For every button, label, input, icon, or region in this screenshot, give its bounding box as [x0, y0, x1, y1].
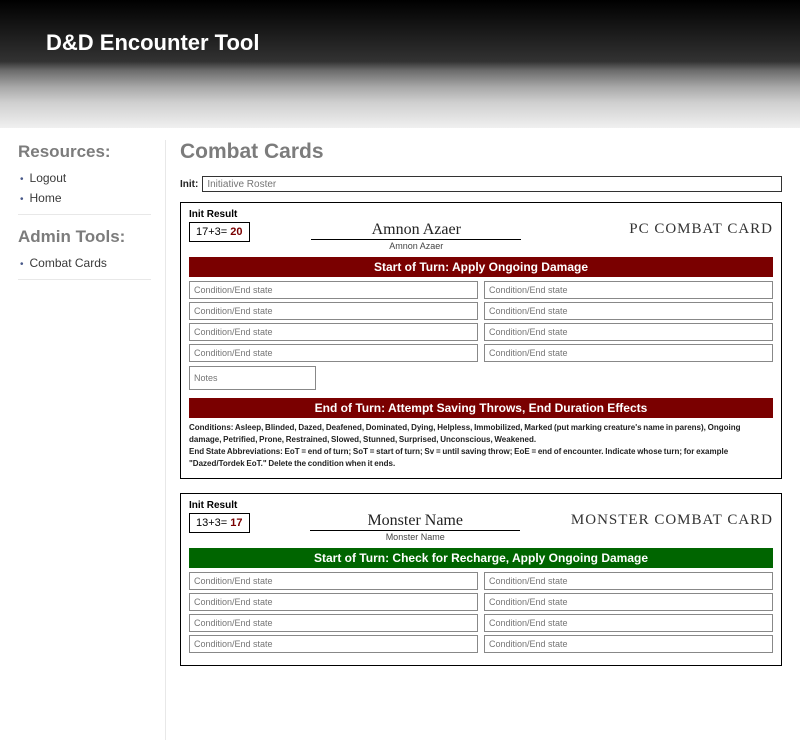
monster-name-sub: Monster Name [260, 532, 571, 542]
monster-condition-input[interactable] [484, 614, 773, 632]
initiative-roster-input[interactable] [202, 176, 782, 192]
content-area: Combat Cards Init: Init Result 17+3= 20 … [166, 140, 782, 740]
pc-init-roll: 17+3= [196, 226, 227, 238]
sidebar-item-logout[interactable]: Logout [18, 168, 151, 188]
admin-list: Combat Cards [18, 253, 151, 280]
pc-condition-input[interactable] [189, 281, 478, 299]
pc-condition-input[interactable] [189, 323, 478, 341]
pc-notes-input[interactable] [189, 366, 316, 390]
monster-name: Monster Name [310, 512, 520, 531]
sidebar-item-home[interactable]: Home [18, 188, 151, 208]
pc-footnote: Conditions: Asleep, Blinded, Dazed, Deaf… [189, 422, 773, 470]
page-title: Combat Cards [180, 140, 782, 164]
pc-footnote-abbrev: End State Abbreviations: EoT = end of tu… [189, 447, 728, 468]
pc-condition-input[interactable] [484, 344, 773, 362]
monster-condition-input[interactable] [189, 593, 478, 611]
monster-condition-grid [189, 572, 773, 653]
monster-condition-input[interactable] [189, 572, 478, 590]
monster-condition-input[interactable] [484, 572, 773, 590]
resources-heading: Resources: [18, 142, 151, 162]
monster-init-total: 17 [230, 517, 242, 529]
pc-character-name-sub: Amnon Azaer [260, 241, 573, 251]
pc-character-name: Amnon Azaer [311, 221, 521, 240]
monster-init-result-label: Init Result [189, 500, 250, 511]
admin-heading: Admin Tools: [18, 227, 151, 247]
monster-init-roll: 13+3= [196, 517, 227, 529]
monster-init-result-box: 13+3= 17 [189, 513, 250, 533]
pc-condition-input[interactable] [484, 302, 773, 320]
pc-condition-input[interactable] [484, 323, 773, 341]
init-label: Init: [180, 179, 198, 190]
pc-init-result-label: Init Result [189, 209, 250, 220]
pc-card-type-label: PC COMBAT CARD [573, 221, 773, 238]
pc-init-total: 20 [230, 226, 242, 238]
pc-start-turn-bar: Start of Turn: Apply Ongoing Damage [189, 257, 773, 277]
pc-combat-card: Init Result 17+3= 20 Amnon Azaer Amnon A… [180, 202, 782, 479]
pc-init-result-box: 17+3= 20 [189, 222, 250, 242]
pc-end-turn-bar: End of Turn: Attempt Saving Throws, End … [189, 398, 773, 418]
pc-condition-input[interactable] [189, 344, 478, 362]
monster-card-type-label: MONSTER COMBAT CARD [571, 512, 773, 529]
monster-condition-input[interactable] [484, 635, 773, 653]
pc-condition-input[interactable] [484, 281, 773, 299]
pc-footnote-conditions: Conditions: Asleep, Blinded, Dazed, Deaf… [189, 423, 740, 444]
resources-list: Logout Home [18, 168, 151, 215]
monster-condition-input[interactable] [189, 614, 478, 632]
app-header: D&D Encounter Tool [0, 0, 800, 128]
initiative-roster-row: Init: [180, 176, 782, 192]
monster-combat-card: Init Result 13+3= 17 Monster Name Monste… [180, 493, 782, 666]
monster-condition-input[interactable] [189, 635, 478, 653]
sidebar: Resources: Logout Home Admin Tools: Comb… [18, 140, 166, 740]
monster-start-turn-bar: Start of Turn: Check for Recharge, Apply… [189, 548, 773, 568]
app-title: D&D Encounter Tool [46, 30, 800, 56]
pc-condition-input[interactable] [189, 302, 478, 320]
monster-condition-input[interactable] [484, 593, 773, 611]
sidebar-item-combat-cards[interactable]: Combat Cards [18, 253, 151, 273]
pc-condition-grid [189, 281, 773, 362]
